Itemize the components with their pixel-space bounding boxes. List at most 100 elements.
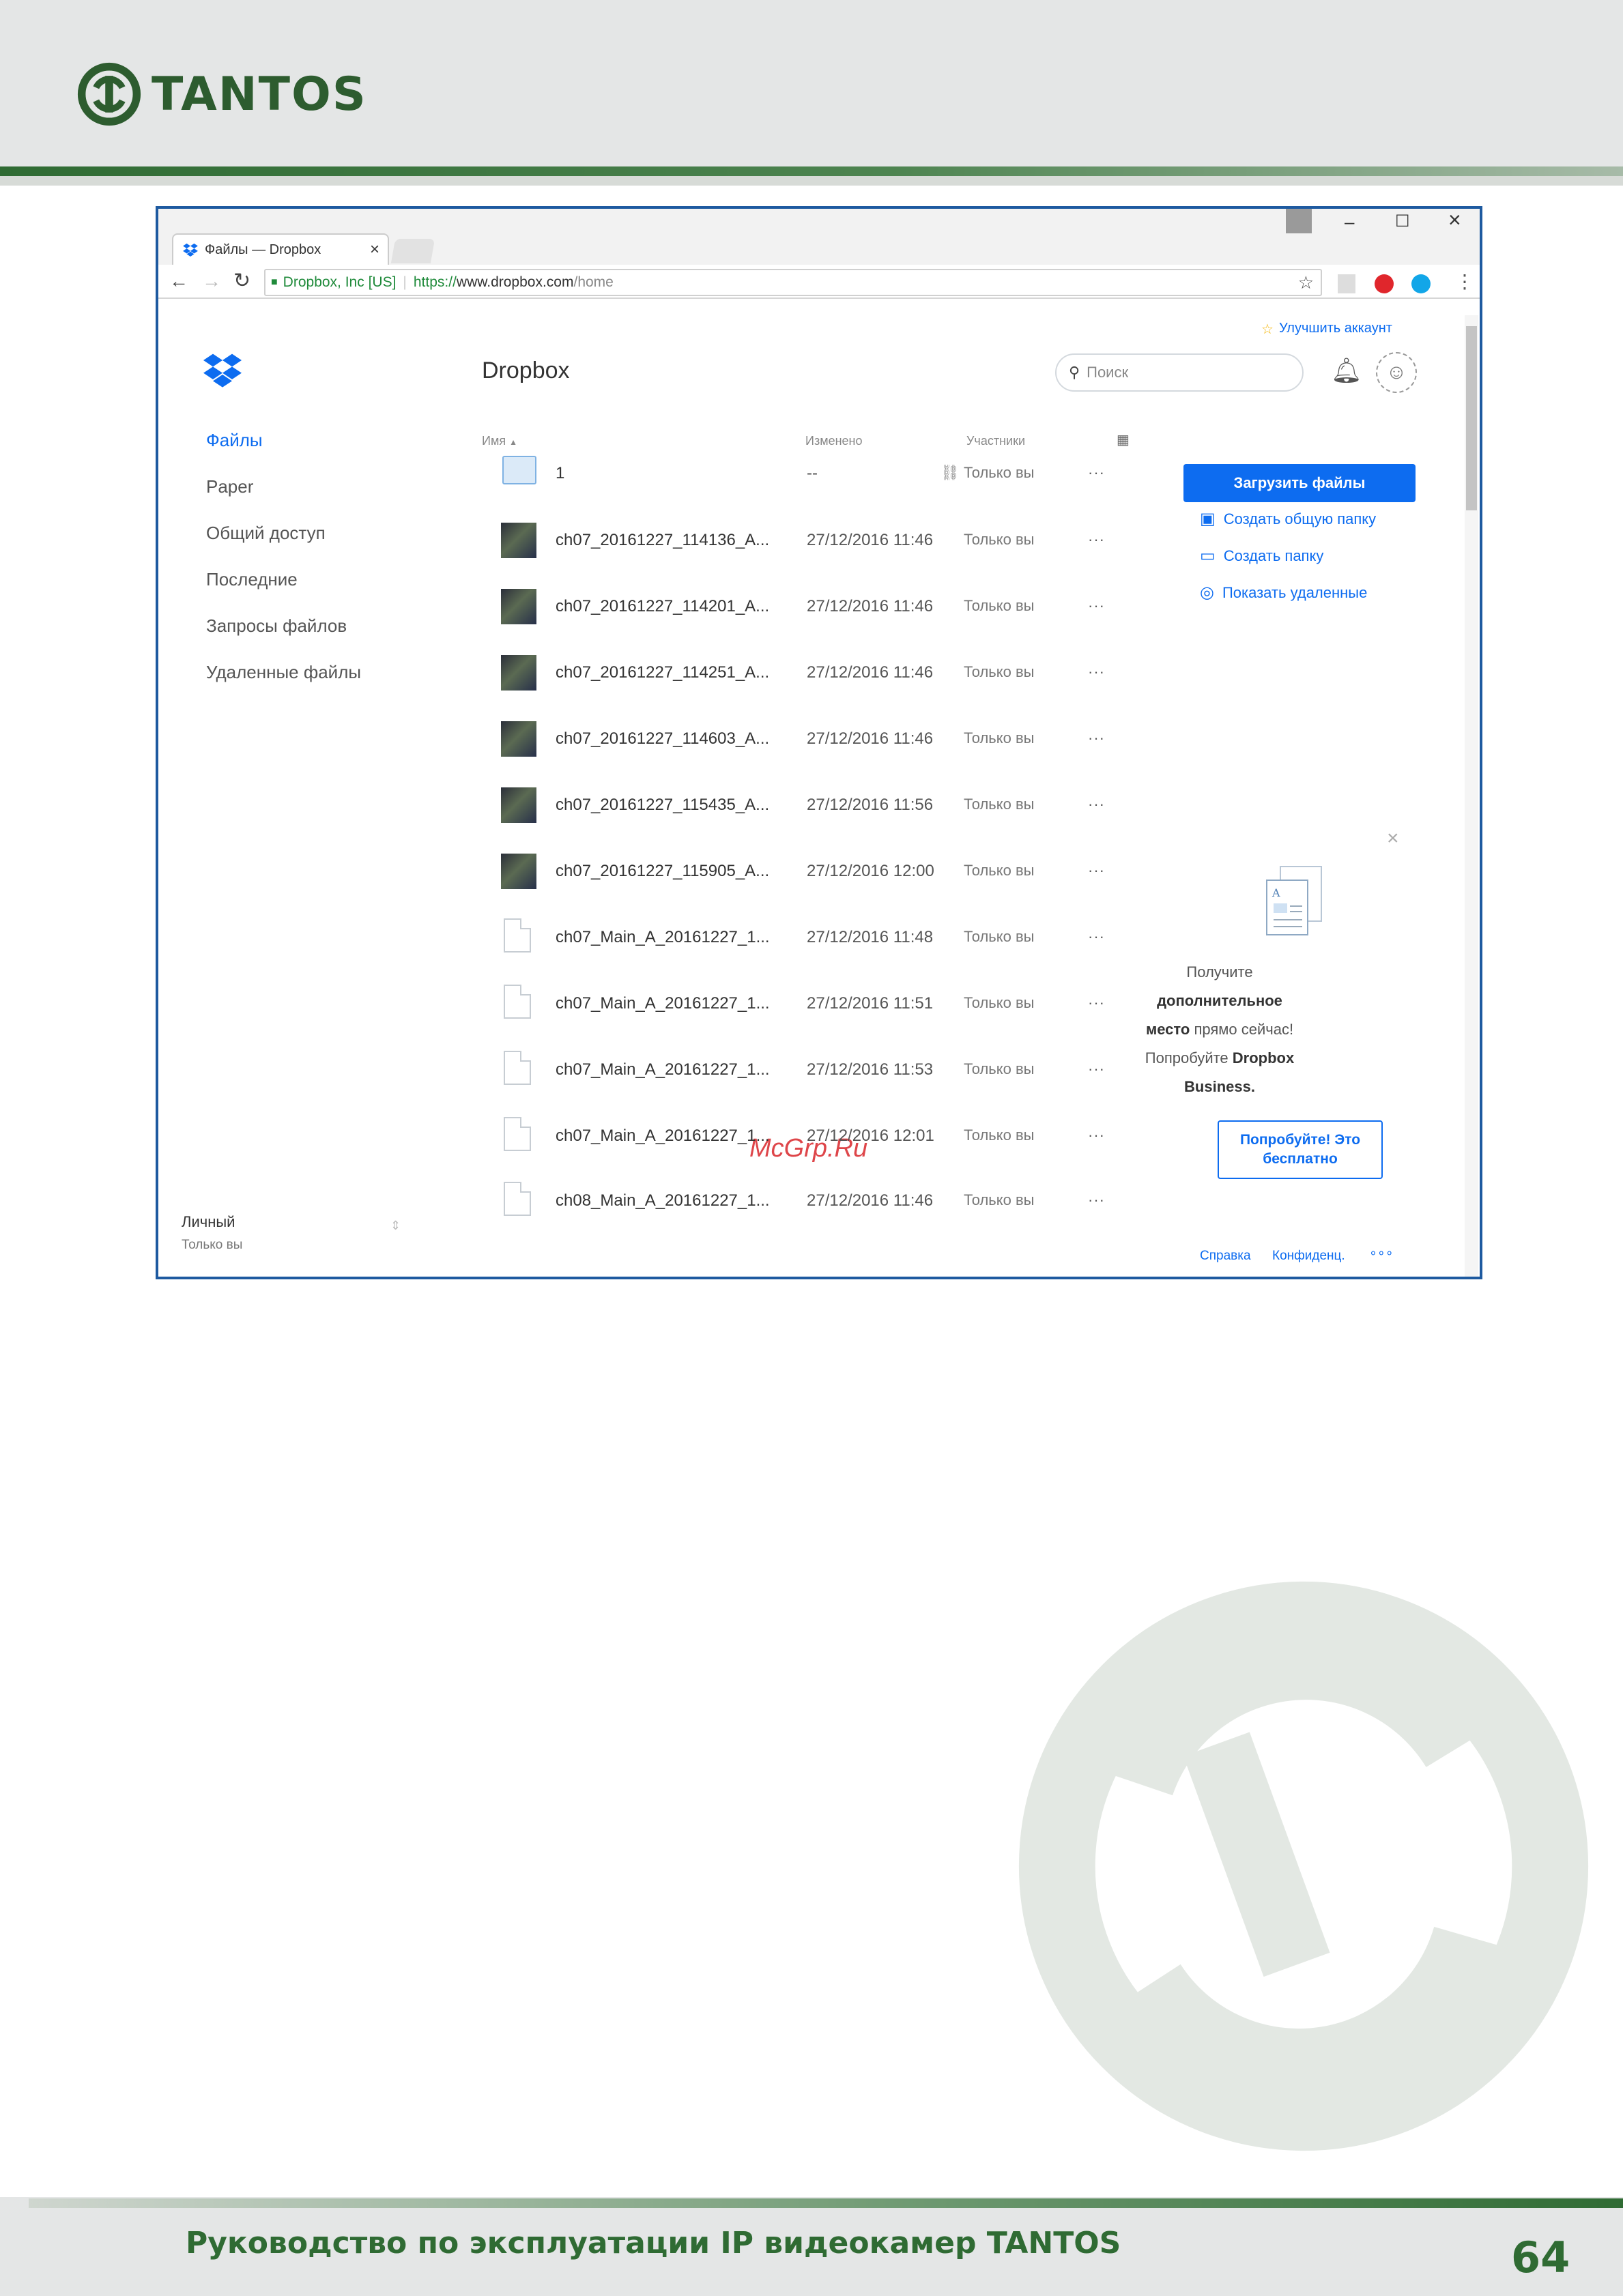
file-name: ch07_20161227_114603_A... [556, 729, 770, 748]
file-members: Только вы [964, 1060, 1035, 1077]
svg-text:A: A [1272, 886, 1280, 899]
file-row[interactable]: ch07_20161227_114201_A... 27/12/2016 11:4… [158, 577, 1182, 642]
image-thumbnail [501, 589, 536, 624]
file-more-button[interactable]: ··· [1088, 464, 1105, 482]
bell-icon[interactable]: 🔔︎ [1331, 356, 1362, 385]
image-thumbnail [501, 787, 536, 823]
image-thumbnail [501, 655, 536, 691]
create-folder-link[interactable]: ▭ Создать папку [1200, 546, 1323, 566]
extension-red-icon[interactable] [1375, 274, 1394, 293]
create-shared-folder-link[interactable]: ▣ Создать общую папку [1200, 509, 1376, 529]
file-more-button[interactable]: ··· [1088, 994, 1105, 1012]
url-field[interactable]: ■ Dropbox, Inc [US] | https://www.dropbo… [264, 269, 1322, 296]
file-more-button[interactable]: ··· [1088, 796, 1105, 813]
file-members: Только вы [964, 862, 1035, 879]
file-more-button[interactable]: ··· [1088, 531, 1105, 549]
file-row[interactable]: ch08_Main_A_20161227_1... 27/12/2016 11:4… [158, 1171, 1182, 1236]
skype-icon[interactable] [1411, 274, 1431, 293]
file-row[interactable]: ch07_20161227_114251_A... 27/12/2016 11:4… [158, 643, 1182, 708]
tantos-logo: TANTOS [76, 60, 367, 128]
brand-name: TANTOS [152, 67, 367, 121]
file-more-button[interactable]: ··· [1088, 928, 1105, 946]
browser-menu-icon[interactable]: ⋮ [1455, 270, 1474, 293]
file-row[interactable]: ch07_Main_A_20161227_1... 27/12/2016 11:5… [158, 974, 1182, 1039]
file-name: ch08_Main_A_20161227_1... [556, 1191, 770, 1210]
upgrade-link[interactable]: ☆ Улучшить аккаунт [1261, 321, 1392, 338]
profile-icon[interactable] [1286, 209, 1312, 233]
promo-close-icon[interactable]: × [1387, 827, 1399, 850]
tab-close-icon[interactable]: × [370, 240, 379, 259]
maximize-button[interactable]: ☐ [1395, 212, 1410, 231]
file-icon [504, 1051, 531, 1085]
url-scheme: https:// [413, 274, 457, 290]
file-members: Только вы [964, 729, 1035, 746]
file-modified: 27/12/2016 11:46 [807, 729, 934, 748]
file-members: Только вы [964, 464, 1035, 481]
secure-label: Dropbox, Inc [US] [283, 274, 397, 290]
more-links-button[interactable]: ∘∘∘ [1369, 1246, 1394, 1262]
file-modified: 27/12/2016 11:48 [807, 928, 934, 946]
help-link[interactable]: Справка [1200, 1249, 1251, 1264]
file-more-button[interactable]: ··· [1088, 1060, 1105, 1078]
file-name: ch07_20161227_114251_A... [556, 663, 770, 682]
file-more-button[interactable]: ··· [1088, 729, 1105, 747]
file-more-button[interactable]: ··· [1088, 597, 1105, 615]
file-modified: 27/12/2016 11:51 [807, 994, 934, 1013]
page-title: Dropbox [482, 358, 570, 383]
create-shared-folder-label: Создать общую папку [1223, 510, 1377, 527]
file-row[interactable]: ch07_Main_A_20161227_1... 27/12/2016 11:4… [158, 907, 1182, 973]
close-window-button[interactable]: × [1448, 209, 1461, 233]
file-more-button[interactable]: ··· [1088, 663, 1105, 681]
extension-pdf-icon[interactable] [1338, 274, 1355, 293]
file-modified: 27/12/2016 11:46 [807, 1191, 934, 1210]
file-row[interactable]: ch07_Main_A_20161227_1... 27/12/2016 11:5… [158, 1040, 1182, 1105]
upload-files-button[interactable]: Загрузить файлы [1183, 464, 1416, 502]
file-more-button[interactable]: ··· [1088, 1191, 1105, 1209]
file-modified: 27/12/2016 12:00 [807, 862, 934, 880]
file-modified: -- [807, 464, 818, 482]
file-members: Только вы [964, 663, 1035, 680]
file-name: ch07_Main_A_20161227_1... [556, 928, 770, 946]
browser-tab[interactable]: Файлы — Dropbox × [172, 233, 389, 265]
search-input[interactable]: ⚲ Поиск [1055, 353, 1304, 392]
upgrade-label: Улучшить аккаунт [1278, 321, 1392, 336]
privacy-link[interactable]: Конфиденц. [1272, 1249, 1345, 1264]
file-members: Только вы [964, 597, 1035, 614]
show-deleted-label: Показать удаленные [1222, 583, 1368, 601]
link-icon[interactable]: ⛓ [940, 464, 960, 482]
dropbox-screenshot: Файлы — Dropbox × – ☐ × ← → ↻ ■ Dropbox,… [156, 206, 1482, 1279]
file-row[interactable]: ch07_20161227_114603_A... 27/12/2016 11:4… [158, 709, 1182, 774]
new-tab-button[interactable] [390, 239, 435, 263]
file-name: ch07_20161227_115435_A... [556, 796, 770, 814]
file-row[interactable]: ch07_20161227_114136_A... 27/12/2016 11:4… [158, 510, 1182, 576]
url-host: www.dropbox.com [456, 274, 574, 290]
file-row[interactable]: ch07_20161227_115905_A... 27/12/2016 12:0… [158, 841, 1182, 907]
file-more-button[interactable]: ··· [1088, 862, 1105, 880]
dropbox-logo-icon[interactable] [203, 352, 242, 388]
scrollbar-thumb[interactable] [1466, 326, 1477, 510]
shared-folder-icon: ▣ [1200, 510, 1216, 528]
file-row[interactable]: 1 -- ⛓ Только вы ··· [158, 444, 1182, 509]
file-modified: 27/12/2016 11:56 [807, 796, 934, 814]
try-free-button[interactable]: Попробуйте! Это бесплатно [1218, 1120, 1383, 1179]
dropbox-tab-icon [183, 243, 198, 257]
minimize-button[interactable]: – [1345, 212, 1354, 233]
file-modified: 27/12/2016 11:53 [807, 1060, 934, 1079]
file-icon [504, 1182, 531, 1216]
file-more-button[interactable]: ··· [1088, 1127, 1105, 1144]
file-row[interactable]: ch07_20161227_115435_A... 27/12/2016 11:5… [158, 775, 1182, 841]
avatar[interactable]: ☺ [1376, 352, 1417, 393]
image-thumbnail [501, 854, 536, 889]
tantos-watermark-icon [1018, 1581, 1589, 2151]
reload-icon[interactable]: ↻ [233, 269, 250, 293]
lock-icon: ■ [271, 276, 278, 288]
back-arrow-icon[interactable]: ← [169, 270, 188, 292]
search-placeholder: Поиск [1087, 364, 1129, 381]
image-thumbnail [501, 721, 536, 757]
file-members: Только вы [964, 994, 1035, 1011]
bookmark-star-icon[interactable]: ☆ [1298, 272, 1314, 293]
forward-arrow-icon[interactable]: → [202, 270, 221, 292]
file-members: Только вы [964, 1191, 1035, 1208]
file-row[interactable]: ch07_Main_A_20161227_1... 27/12/2016 12:0… [158, 1106, 1182, 1172]
show-deleted-link[interactable]: ◎ Показать удаленные [1200, 583, 1367, 602]
